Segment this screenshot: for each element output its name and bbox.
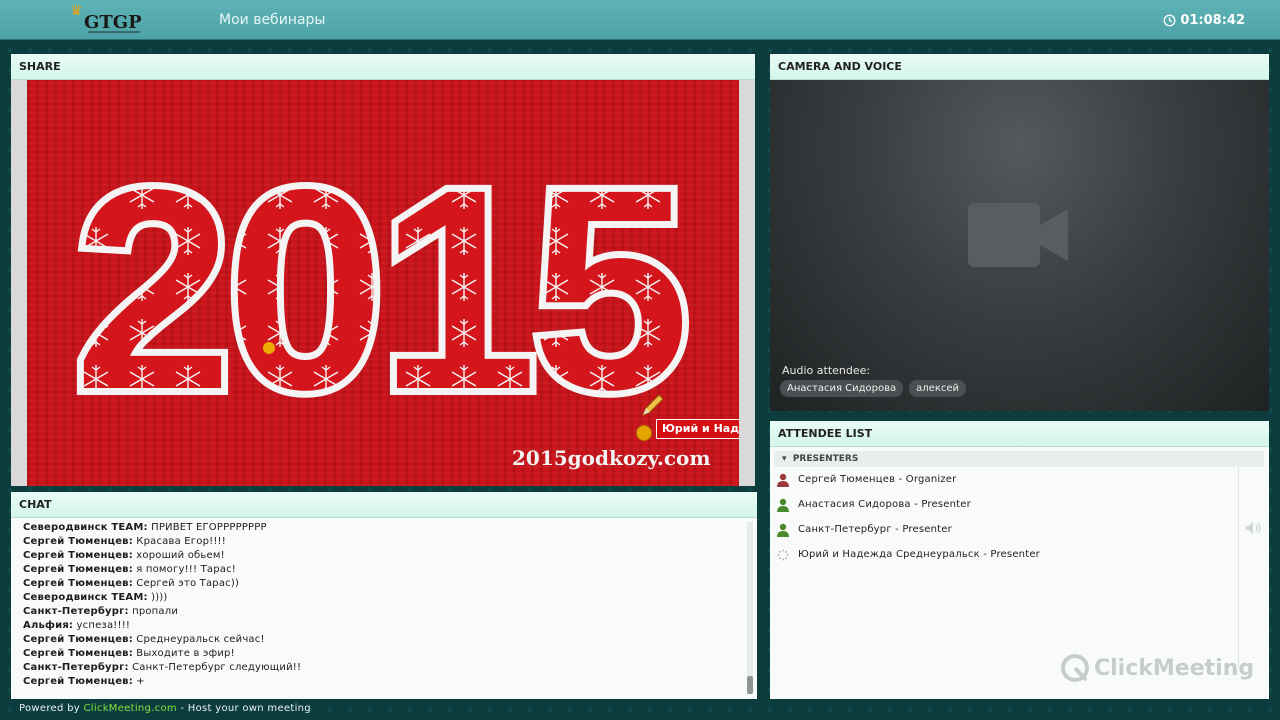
chat-message-text: Выходите в эфир! (132, 648, 235, 659)
chat-message: Санкт-Петербург: Санкт-Петербург следующ… (23, 661, 743, 675)
chat-message: Сергей Тюменцев: я помогу!!! Тарас! (23, 563, 743, 577)
triangle-down-icon: ▾ (782, 454, 787, 464)
chat-message-author: Северодвинск TEAM: (23, 592, 148, 603)
chat-message: Северодвинск TEAM: ПРИВЕТ ЕГОРРРРРРРР (23, 521, 743, 535)
presenter-cursor-label: Юрий и Надежда (656, 419, 739, 439)
chat-message: Северодвинск TEAM: )))) (23, 591, 743, 605)
chat-panel-title: CHAT (11, 492, 757, 518)
video-camera-icon (968, 203, 1068, 267)
my-webinars-link[interactable]: Мои вебинары (219, 12, 325, 28)
audio-attendee-chip[interactable]: Анастасия Сидорова (780, 380, 904, 397)
attendee-row[interactable]: Санкт-Петербург - Presenter (776, 517, 1236, 542)
loading-icon (777, 549, 789, 560)
chat-message-text: Сергей это Тарас)) (132, 578, 240, 589)
chat-scrollbar-thumb[interactable] (747, 676, 753, 694)
presenters-section-toggle[interactable]: ▾ PRESENTERS (774, 451, 1264, 467)
slide-website-text: 2015godkozy.com (512, 446, 711, 470)
chat-message-text: хороший обьем! (132, 550, 225, 561)
clickmeeting-watermark-text: ClickMeeting (1094, 655, 1255, 681)
footer: Powered by ClickMeeting.com - Host your … (19, 703, 311, 714)
chat-message: Сергей Тюменцев: Сергей это Тарас)) (23, 577, 743, 591)
chat-message: Санкт-Петербург: пропали (23, 605, 743, 619)
footer-suffix: - Host your own meeting (176, 703, 311, 714)
chat-message-author: Сергей Тюменцев: (23, 564, 133, 575)
attendee-name: Санкт-Петербург - Presenter (798, 524, 952, 535)
session-timer: 01:08:42 (1163, 13, 1245, 28)
slide-year-text: 2015 (74, 131, 684, 449)
user-icon (777, 473, 789, 487)
speaker-icon[interactable] (1245, 521, 1263, 535)
presenter-cursor (636, 425, 652, 441)
chat-message-text: пропали (128, 606, 179, 617)
share-panel: SHARE 2015 2015godkozy.com Юрий и Над (11, 54, 755, 486)
chat-scrollbar[interactable] (747, 522, 753, 694)
user-icon (777, 523, 789, 537)
audio-attendee-label: Audio attendee: (782, 364, 871, 377)
camera-panel-title: CAMERA AND VOICE (770, 54, 1269, 80)
chat-message-text: + (132, 676, 145, 687)
clickmeeting-watermark: ClickMeeting (1060, 653, 1254, 683)
audio-attendee-list: Анастасия Сидорова алексей (780, 380, 967, 397)
chat-message-text: )))) (147, 592, 168, 603)
chat-message: Сергей Тюменцев: Среднеуральск сейчас! (23, 633, 743, 647)
chat-message-author: Сергей Тюменцев: (23, 634, 133, 645)
chat-message-author: Северодвинск TEAM: (23, 522, 148, 533)
slide-year-graphic: 2015 (67, 124, 697, 456)
chat-message: Альфия: успеза!!!! (23, 619, 743, 633)
share-area[interactable]: 2015 2015godkozy.com Юрий и Надежда (11, 80, 755, 486)
top-bar: ♛ GTGP Мои вебинары 01:08:42 (0, 0, 1280, 40)
chat-message-text: Красава Егор!!!! (132, 536, 226, 547)
logo-underline (88, 31, 140, 33)
chat-message: Сергей Тюменцев: Красава Егор!!!! (23, 535, 743, 549)
chat-message-author: Сергей Тюменцев: (23, 578, 133, 589)
crown-icon: ♛ (70, 3, 83, 19)
clickmeeting-logo-icon (1061, 654, 1089, 682)
attendee-name: Анастасия Сидорова - Presenter (798, 499, 971, 510)
pen-icon (642, 394, 664, 416)
chat-message-author: Сергей Тюменцев: (23, 550, 133, 561)
attendee-list-body: ▾ PRESENTERS Сергей Тюменцев - Organizer… (770, 447, 1269, 699)
attendee-row[interactable]: Анастасия Сидорова - Presenter (776, 492, 1236, 517)
chat-message-text: ПРИВЕТ ЕГОРРРРРРРР (147, 522, 267, 533)
presenter-list: Сергей Тюменцев - Organizer Анастасия Сид… (776, 467, 1236, 567)
clickmeeting-link[interactable]: ClickMeeting.com (83, 703, 176, 714)
chat-message: Сергей Тюменцев: Выходите в эфир! (23, 647, 743, 661)
chat-message-author: Сергей Тюменцев: (23, 676, 133, 687)
chat-message: Сергей Тюменцев: хороший обьем! (23, 549, 743, 563)
attendee-name: Юрий и Надежда Среднеуральск - Presenter (798, 549, 1040, 560)
chat-message-author: Санкт-Петербург: (23, 662, 129, 673)
attendee-panel: ATTENDEE LIST ▾ PRESENTERS Сергей Тюменц… (770, 421, 1269, 699)
attendee-list-divider (1238, 467, 1239, 667)
chat-message-author: Сергей Тюменцев: (23, 648, 133, 659)
camera-view: Audio attendee: Анастасия Сидорова алекс… (770, 80, 1269, 411)
audio-attendee-chip[interactable]: алексей (909, 380, 967, 397)
annotation-dot (263, 342, 275, 354)
attendee-row[interactable]: Сергей Тюменцев - Organizer (776, 467, 1236, 492)
presenters-section-label: PRESENTERS (792, 454, 859, 464)
attendee-name: Сергей Тюменцев - Organizer (798, 474, 957, 485)
chat-message-author: Сергей Тюменцев: (23, 536, 133, 547)
chat-message-text: я помогу!!! Тарас! (132, 564, 236, 575)
chat-message-text: Среднеуральск сейчас! (132, 634, 265, 645)
attendee-panel-title: ATTENDEE LIST (770, 421, 1269, 447)
user-icon (777, 498, 789, 512)
chat-panel: CHAT Северодвинск TEAM: ПРИВЕТ ЕГОРРРРРР… (11, 492, 757, 699)
chat-message-list: Северодвинск TEAM: ПРИВЕТ ЕГОРРРРРРРР Сер… (23, 521, 743, 689)
gtgp-logo[interactable]: ♛ GTGP (70, 4, 150, 34)
footer-prefix: Powered by (19, 703, 84, 714)
timer-text: 01:08:42 (1180, 13, 1245, 28)
chat-message-author: Санкт-Петербург: (23, 606, 129, 617)
chat-message-text: Санкт-Петербург следующий!! (128, 662, 302, 673)
attendee-row[interactable]: Юрий и Надежда Среднеуральск - Presenter (776, 542, 1236, 567)
camera-panel: CAMERA AND VOICE Audio attendee: Анастас… (770, 54, 1269, 411)
share-panel-title: SHARE (11, 54, 755, 80)
clock-icon (1163, 14, 1176, 27)
chat-messages[interactable]: Северодвинск TEAM: ПРИВЕТ ЕГОРРРРРРРР Сер… (11, 518, 757, 699)
logo-text: GTGP (84, 12, 142, 33)
shared-slide: 2015 2015godkozy.com Юрий и Надежда (27, 80, 739, 486)
chat-message-author: Альфия: (23, 620, 74, 631)
chat-message-text: успеза!!!! (73, 620, 131, 631)
chat-message: Сергей Тюменцев: + (23, 675, 743, 689)
